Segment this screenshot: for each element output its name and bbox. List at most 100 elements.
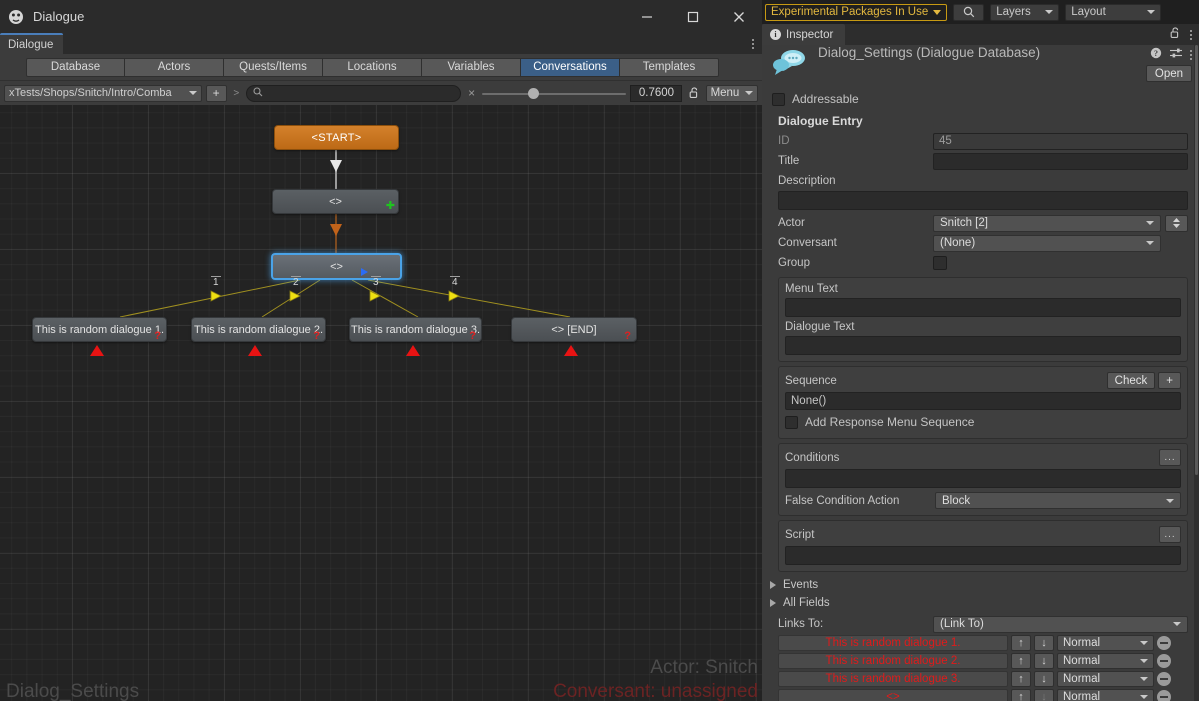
addressable-checkbox[interactable] bbox=[772, 92, 785, 106]
link-move-down-button[interactable]: ↓ bbox=[1034, 653, 1054, 669]
link-move-down-button[interactable]: ↓ bbox=[1034, 635, 1054, 651]
link-remove-button[interactable] bbox=[1157, 672, 1171, 686]
lock-open-icon[interactable] bbox=[1170, 27, 1181, 42]
field-row-id: ID 45 bbox=[762, 131, 1199, 151]
addressable-row[interactable]: Addressable bbox=[762, 89, 1199, 109]
cat-btn-database[interactable]: Database bbox=[26, 57, 125, 77]
node-selected-label: <> bbox=[330, 260, 343, 273]
node-dialogue-1[interactable]: This is random dialogue 1. ? bbox=[32, 317, 167, 342]
false-condition-action-dropdown[interactable]: Block bbox=[935, 492, 1181, 509]
search-icon[interactable] bbox=[953, 3, 985, 21]
link-move-up-button[interactable]: ↑ bbox=[1011, 671, 1031, 687]
foldout-all-fields[interactable]: All Fields bbox=[762, 594, 1199, 612]
dialogue-entry-section-title: Dialogue Entry bbox=[778, 114, 863, 128]
script-field[interactable] bbox=[785, 546, 1181, 565]
description-field[interactable] bbox=[778, 191, 1188, 210]
sequence-buttons: Check + bbox=[1106, 372, 1181, 389]
chevron-down-icon bbox=[1140, 641, 1148, 645]
link-target-name[interactable]: <> bbox=[778, 689, 1008, 701]
zoom-slider-handle[interactable] bbox=[528, 87, 540, 99]
help-icon[interactable]: ? bbox=[1150, 47, 1162, 62]
cat-btn-quests-items[interactable]: Quests/Items bbox=[224, 57, 323, 77]
layers-dropdown[interactable]: Layers bbox=[990, 3, 1060, 21]
inspector-tabrow-controls bbox=[1170, 27, 1199, 42]
link-move-down-button[interactable]: ↓ bbox=[1034, 671, 1054, 687]
link-move-up-button[interactable]: ↑ bbox=[1011, 653, 1031, 669]
search-box[interactable] bbox=[245, 84, 461, 102]
links-to-dropdown[interactable]: (Link To) bbox=[933, 615, 1188, 633]
link-remove-button[interactable] bbox=[1157, 690, 1171, 701]
sequence-label: Sequence bbox=[785, 374, 837, 387]
info-icon: i bbox=[770, 29, 781, 40]
link-priority-dropdown[interactable]: Normal bbox=[1057, 653, 1154, 669]
document-tabstrip: Dialogue bbox=[0, 33, 762, 54]
menu-dropdown[interactable]: Menu bbox=[705, 84, 758, 102]
actor-stepper[interactable] bbox=[1165, 214, 1188, 232]
tabstrip-kebab-icon[interactable] bbox=[744, 33, 762, 54]
title-field[interactable] bbox=[933, 152, 1188, 170]
clear-search-button[interactable]: × bbox=[465, 86, 478, 100]
lock-open-icon[interactable] bbox=[686, 87, 701, 99]
conversation-graph-canvas[interactable]: <START> <> ✚ <> This is random dialogue … bbox=[0, 105, 762, 701]
dialogue-text-field[interactable] bbox=[785, 336, 1181, 355]
menu-text-field[interactable] bbox=[785, 298, 1181, 317]
experimental-packages-button[interactable]: Experimental Packages In Use bbox=[765, 3, 948, 21]
tab-inspector[interactable]: i Inspector bbox=[762, 24, 846, 45]
triangle-right-icon bbox=[770, 581, 776, 589]
sequence-check-button[interactable]: Check bbox=[1106, 372, 1156, 389]
link-target-name[interactable]: This is random dialogue 2. bbox=[778, 653, 1008, 669]
triangle-right-icon bbox=[770, 599, 776, 607]
inspector-scrollbar[interactable] bbox=[1194, 45, 1199, 701]
link-priority-dropdown[interactable]: Normal bbox=[1057, 689, 1154, 701]
open-button[interactable]: Open bbox=[1146, 65, 1192, 82]
add-conversation-button[interactable]: + bbox=[205, 84, 227, 102]
inspector-scrollbar-thumb[interactable] bbox=[1195, 45, 1198, 475]
tab-dialogue[interactable]: Dialogue bbox=[0, 33, 64, 54]
add-response-menu-row[interactable]: Add Response Menu Sequence bbox=[785, 412, 1181, 432]
node-start[interactable]: <START> bbox=[274, 125, 399, 150]
link-priority-dropdown[interactable]: Normal bbox=[1057, 671, 1154, 687]
maximize-icon[interactable] bbox=[670, 0, 716, 33]
sequence-value-field[interactable]: None() bbox=[785, 392, 1181, 410]
link-remove-button[interactable] bbox=[1157, 636, 1171, 650]
actor-label: Actor bbox=[778, 217, 805, 229]
cat-label: Templates bbox=[642, 61, 696, 73]
layout-dropdown[interactable]: Layout bbox=[1065, 3, 1162, 21]
foldout-events[interactable]: Events bbox=[762, 576, 1199, 594]
add-response-menu-checkbox[interactable] bbox=[785, 415, 798, 429]
minimize-icon[interactable] bbox=[624, 0, 670, 33]
conversation-select[interactable]: xTests/Shops/Snitch/Intro/Comba bbox=[4, 84, 202, 102]
search-input[interactable] bbox=[266, 87, 454, 99]
conditions-panel: Conditions ... False Condition Action Bl… bbox=[778, 443, 1188, 516]
sequence-add-button[interactable]: + bbox=[1158, 372, 1181, 389]
zoom-value-field[interactable]: 0.7600 bbox=[630, 84, 683, 102]
node-group-1[interactable]: <> ✚ bbox=[272, 189, 399, 214]
link-target-name[interactable]: This is random dialogue 3. bbox=[778, 671, 1008, 687]
link-move-up-button[interactable]: ↑ bbox=[1011, 689, 1031, 701]
zoom-slider[interactable] bbox=[482, 85, 627, 102]
kebab-menu-icon[interactable] bbox=[1190, 29, 1192, 40]
link-priority-dropdown[interactable]: Normal bbox=[1057, 635, 1154, 651]
conditions-field[interactable] bbox=[785, 469, 1181, 488]
link-row: This is random dialogue 3. ↑ ↓ Normal bbox=[762, 670, 1199, 688]
script-buttons: ... bbox=[1159, 526, 1181, 543]
conversant-dropdown[interactable]: (None) bbox=[933, 234, 1161, 252]
group-checkbox[interactable] bbox=[933, 256, 947, 270]
node-dialogue-2[interactable]: This is random dialogue 2. ? bbox=[191, 317, 326, 342]
node-dialogue-3[interactable]: This is random dialogue 3. ? bbox=[349, 317, 482, 342]
link-remove-button[interactable] bbox=[1157, 654, 1171, 668]
preset-icon[interactable] bbox=[1170, 47, 1182, 62]
cat-btn-actors[interactable]: Actors bbox=[125, 57, 224, 77]
kebab-menu-icon[interactable] bbox=[1190, 49, 1192, 60]
actor-dropdown[interactable]: Snitch [2] bbox=[933, 214, 1161, 232]
node-end[interactable]: <> [END] ? bbox=[511, 317, 637, 342]
close-icon[interactable] bbox=[716, 0, 762, 33]
cat-btn-variables[interactable]: Variables bbox=[422, 57, 521, 77]
cat-btn-locations[interactable]: Locations bbox=[323, 57, 422, 77]
link-move-up-button[interactable]: ↑ bbox=[1011, 635, 1031, 651]
cat-btn-templates[interactable]: Templates bbox=[620, 57, 719, 77]
conditions-more-button[interactable]: ... bbox=[1159, 449, 1181, 466]
link-target-name[interactable]: This is random dialogue 1. bbox=[778, 635, 1008, 651]
cat-btn-conversations[interactable]: Conversations bbox=[521, 57, 620, 77]
script-more-button[interactable]: ... bbox=[1159, 526, 1181, 543]
